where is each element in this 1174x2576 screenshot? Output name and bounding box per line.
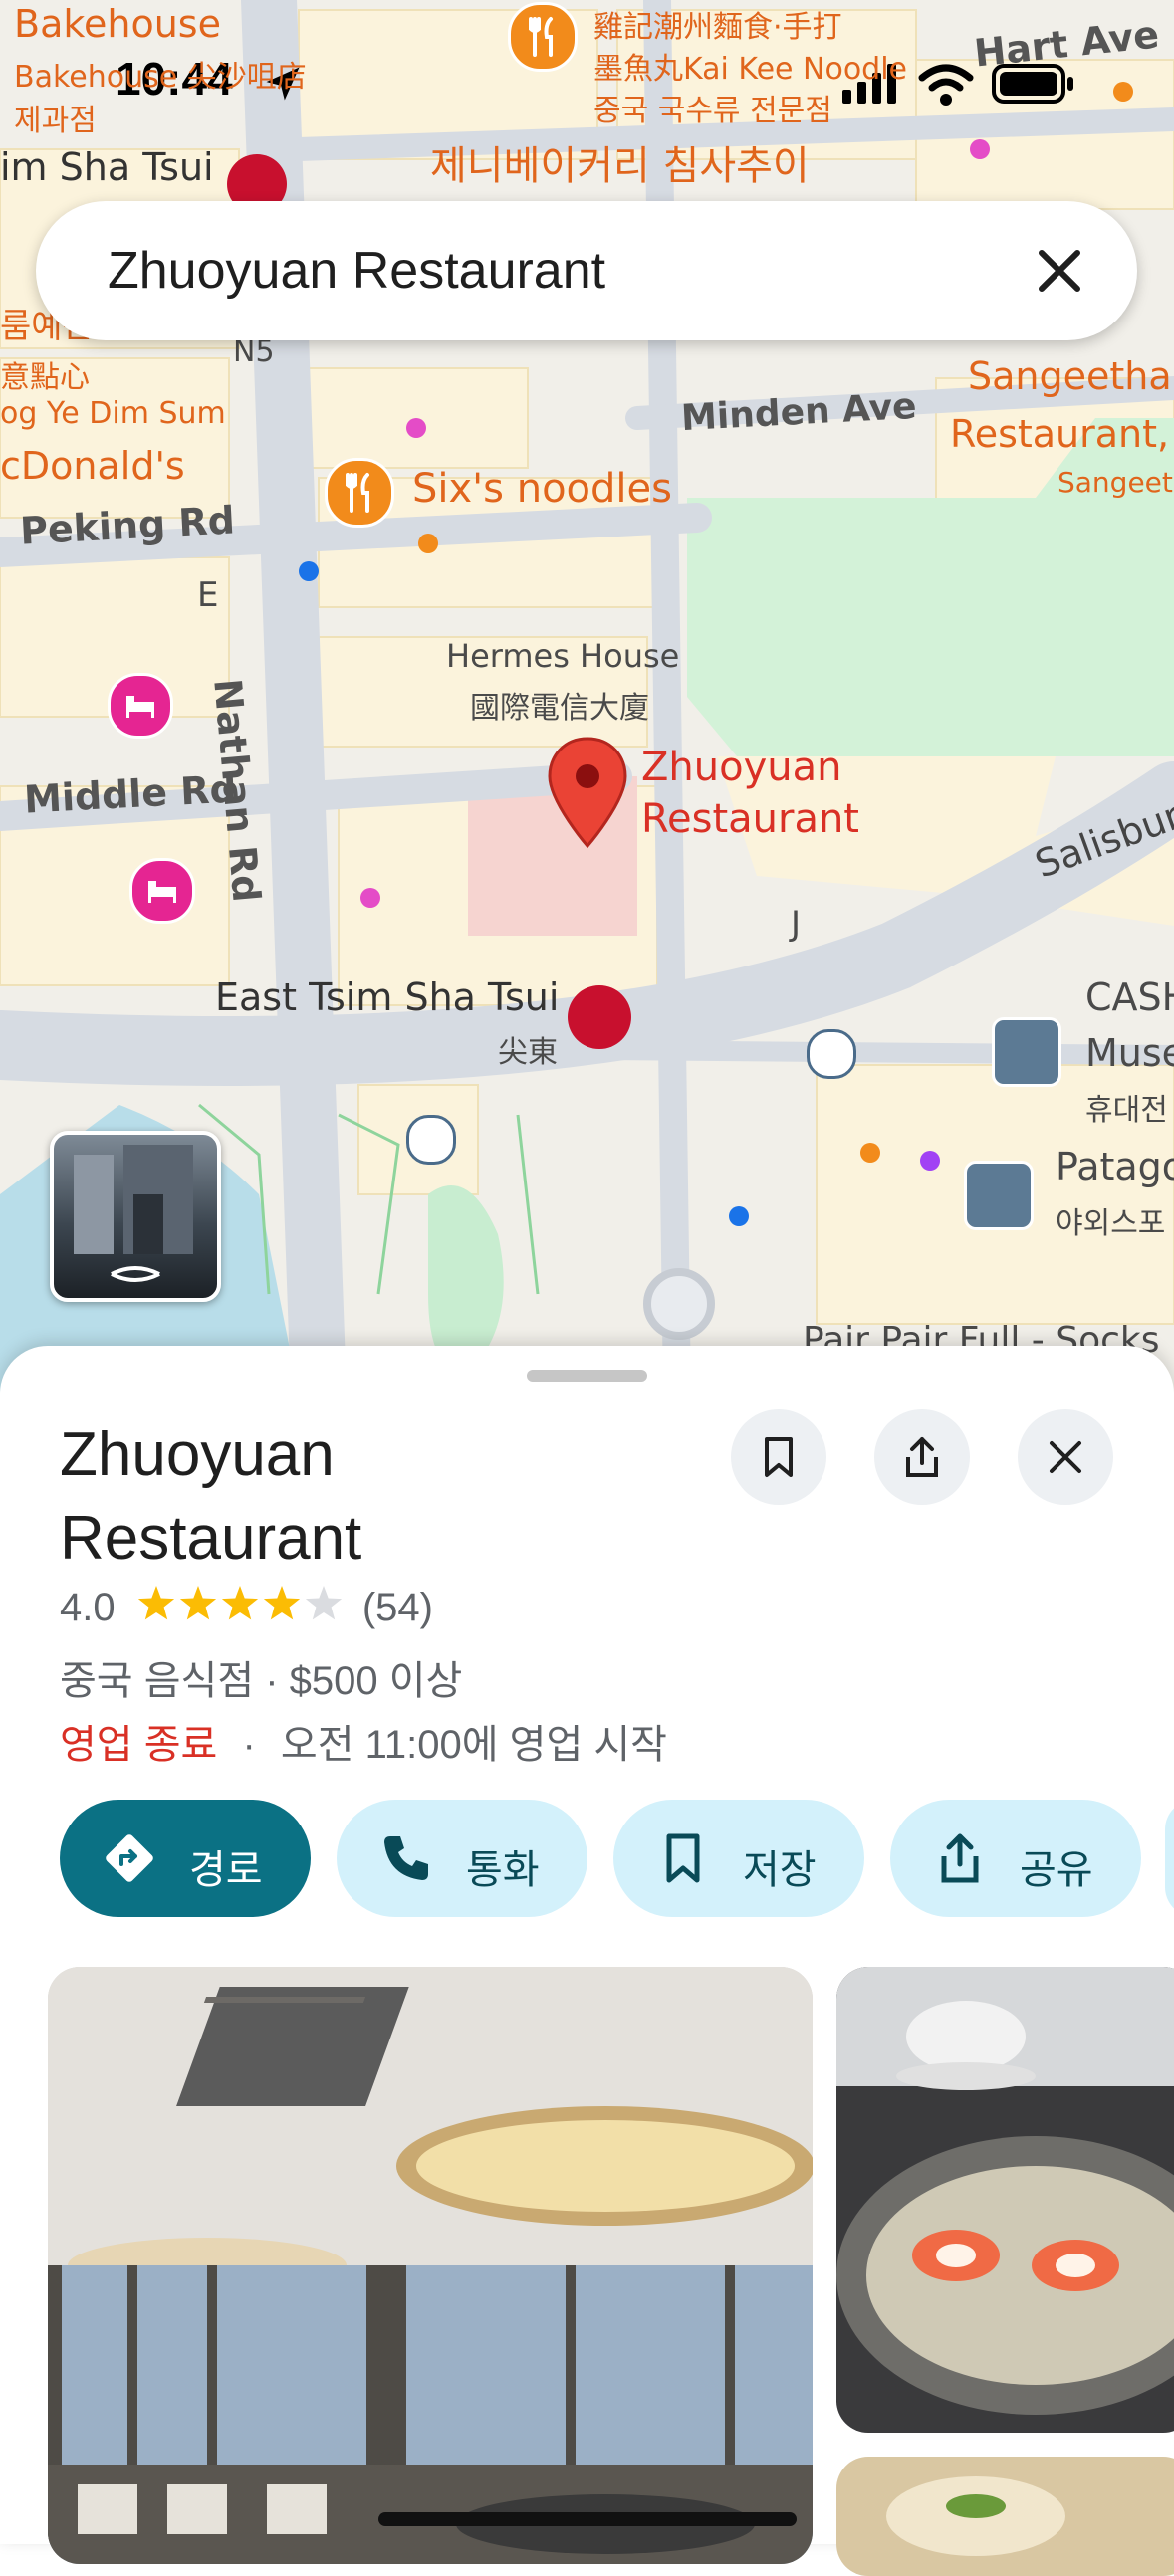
map-label-zhuoyuan-1[interactable]: Zhuoyuan bbox=[641, 745, 841, 790]
place-title-line2: Restaurant bbox=[60, 1504, 362, 1573]
star-filled-icon bbox=[263, 1586, 300, 1620]
search-query[interactable]: Zhuoyuan Restaurant bbox=[108, 241, 605, 301]
share-button[interactable]: 공유 bbox=[890, 1800, 1141, 1917]
map-label-kai-kee-kr: 중국 국수류 전문점 bbox=[593, 94, 832, 128]
call-button[interactable]: 통화 bbox=[337, 1800, 587, 1917]
map-label-hermes-house-zh: 國際電信大廈 bbox=[470, 691, 649, 726]
map-label-patagonia-2: 야외스포 bbox=[1056, 1206, 1166, 1241]
sheet-drag-handle[interactable] bbox=[527, 1370, 647, 1382]
star-filled-icon bbox=[179, 1586, 216, 1620]
directions-button[interactable]: 경로 bbox=[60, 1800, 311, 1917]
opening-time: 오전 11:00에 영업 시작 bbox=[280, 1723, 667, 1767]
map-label-kai-kee-1[interactable]: 雞記潮州麵食·手打 bbox=[593, 2, 842, 46]
map-label-ye-dim-2: 意點心 bbox=[0, 360, 90, 395]
restaurant-pin-icon[interactable] bbox=[508, 2, 578, 72]
place-details-sheet[interactable]: Zhuoyuan Restaurant 4.0 (54) 중국 음식점 · $5… bbox=[0, 1346, 1174, 2576]
map-label-exit-e: E bbox=[197, 575, 219, 615]
photo-dish[interactable] bbox=[836, 1967, 1174, 2433]
share-label: 공유 bbox=[1020, 1848, 1093, 1892]
clear-search-button[interactable] bbox=[1022, 233, 1097, 309]
map-label-sangeetha-2: Restaurant, bbox=[950, 412, 1170, 456]
map-label-cash-2: Muse bbox=[1085, 1031, 1174, 1075]
wifi-icon bbox=[918, 62, 974, 110]
360-rotate-icon bbox=[111, 1266, 160, 1282]
close-sheet-button[interactable] bbox=[1018, 1409, 1113, 1505]
share-icon bbox=[941, 1833, 979, 1883]
map-label-bakehouse-kr: 제과점 bbox=[14, 104, 97, 138]
map-label-cash-1[interactable]: CASH bbox=[1085, 975, 1174, 1019]
selected-place-pin-icon[interactable] bbox=[546, 737, 629, 857]
map-label-sixs-noodles[interactable]: Six's noodles bbox=[412, 466, 672, 512]
share-place-button[interactable] bbox=[874, 1409, 970, 1505]
search-bar[interactable]: Zhuoyuan Restaurant bbox=[36, 201, 1137, 340]
map-label-hermes-house[interactable]: Hermes House bbox=[446, 637, 679, 675]
save-label: 저장 bbox=[743, 1848, 817, 1892]
restaurant-pin-icon[interactable] bbox=[325, 458, 394, 528]
place-category-price: 중국 음식점 · $500 이상 bbox=[60, 1659, 463, 1703]
close-icon bbox=[1039, 250, 1080, 292]
map-label-east-tst-zh: 尖東 bbox=[498, 1035, 558, 1070]
map-label-mcdonalds[interactable]: cDonald's bbox=[0, 444, 185, 488]
store-pin-icon[interactable] bbox=[964, 1161, 1034, 1230]
status-closed: 영업 종료 bbox=[60, 1723, 218, 1767]
close-icon bbox=[1050, 1441, 1081, 1473]
museum-pin-icon[interactable] bbox=[992, 1017, 1061, 1087]
place-title: Zhuoyuan Restaurant bbox=[60, 1413, 697, 1581]
map-label-bakehouse[interactable]: Bakehouse bbox=[14, 2, 221, 46]
map-label-east-tst[interactable]: East Tsim Sha Tsui bbox=[215, 975, 559, 1019]
map-label-sangeetha-3: Sangeet bbox=[1057, 466, 1173, 499]
rating-row[interactable]: 4.0 (54) bbox=[60, 1585, 433, 1634]
bookmark-icon bbox=[765, 1437, 793, 1477]
street-view-thumbnail[interactable] bbox=[50, 1131, 221, 1302]
hotel-pin-icon[interactable] bbox=[108, 673, 173, 739]
rating-value: 4.0 bbox=[60, 1586, 116, 1629]
hotel-pin-icon[interactable] bbox=[129, 858, 195, 924]
map-label-sangeetha-1[interactable]: Sangeetha bbox=[968, 354, 1172, 398]
map-label-patagonia-1[interactable]: Patago bbox=[1056, 1145, 1174, 1188]
map-label-exit-j: J bbox=[791, 904, 802, 944]
map-label-tst-station: im Sha Tsui bbox=[0, 145, 214, 189]
map-label-zhuoyuan-2: Restaurant bbox=[641, 796, 859, 842]
phone-icon bbox=[384, 1836, 428, 1880]
save-place-button[interactable] bbox=[731, 1409, 826, 1505]
map-label-ye-dim-3[interactable]: og Ye Dim Sum bbox=[0, 396, 226, 431]
review-count: (54) bbox=[361, 1586, 433, 1629]
rating-stars bbox=[136, 1585, 346, 1634]
share-icon bbox=[906, 1437, 938, 1477]
call-label: 통화 bbox=[466, 1848, 540, 1892]
more-actions-button[interactable] bbox=[1165, 1800, 1174, 1917]
map-label-bakery-kr[interactable]: 제니베이커리 침사추이 bbox=[430, 133, 810, 191]
star-empty-icon bbox=[305, 1586, 342, 1620]
hours-row[interactable]: 영업 종료 · 오전 11:00에 영업 시작 bbox=[60, 1712, 667, 1770]
map-label-cash-3: 휴대전 bbox=[1085, 1093, 1168, 1128]
home-indicator[interactable] bbox=[378, 2512, 797, 2526]
star-filled-icon bbox=[221, 1586, 258, 1620]
photo-food-2[interactable] bbox=[836, 2457, 1174, 2576]
star-filled-icon bbox=[137, 1586, 174, 1620]
bookmark-icon bbox=[666, 1833, 700, 1883]
map-label-bakehouse-sub: Bakehouse 尖沙咀店 bbox=[14, 60, 307, 95]
save-button[interactable]: 저장 bbox=[613, 1800, 864, 1917]
hours-separator: · bbox=[242, 1723, 256, 1767]
map-label-kai-kee-2: 墨魚丸Kai Kee Noodle bbox=[593, 52, 908, 87]
photo-interior[interactable] bbox=[48, 1967, 813, 2564]
directions-label: 경로 bbox=[189, 1848, 263, 1892]
bus-stop-icon[interactable] bbox=[406, 1115, 456, 1165]
bus-stop-icon[interactable] bbox=[807, 1029, 856, 1079]
directions-icon bbox=[106, 1834, 153, 1882]
place-title-line1: Zhuoyuan bbox=[60, 1420, 335, 1489]
